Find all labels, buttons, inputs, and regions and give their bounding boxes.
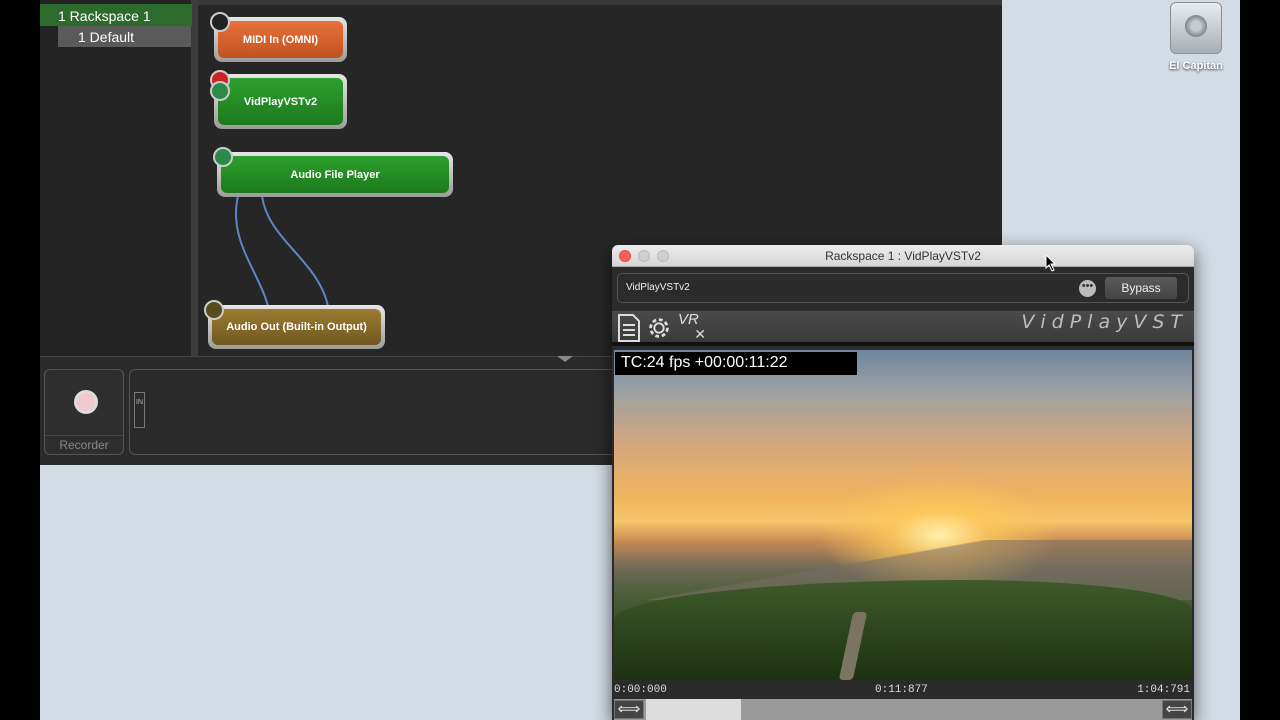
more-options-button[interactable]: ••• [1079, 280, 1096, 297]
speaker-port-icon [204, 300, 224, 320]
variation-item-default[interactable]: 1 Default [58, 26, 191, 47]
timeline-labels: 0:00:000 0:11:877 1:04:791 [612, 683, 1194, 697]
plugin-vidplay[interactable]: VidPlayVSTv2 [214, 74, 347, 129]
scroll-right-arrow-icon[interactable]: ⟺ [1162, 700, 1192, 719]
waveform-icon [210, 81, 230, 101]
recorder-panel: Recorder [44, 369, 124, 455]
title-bar[interactable]: Rackspace 1 : VidPlayVSTv2 [612, 245, 1194, 267]
plugin-label-afp: Audio File Player [221, 156, 449, 193]
time-current: 0:11:877 [875, 684, 928, 696]
timecode-display: TC:24 fps +00:00:11:22 [615, 352, 857, 375]
document-icon[interactable] [615, 313, 643, 343]
plugin-label-midi: MIDI In (OMNI) [218, 21, 343, 58]
midi-port-icon [210, 12, 230, 32]
vr-toggle-icon[interactable]: VR ✕ [678, 312, 706, 343]
scrub-bar[interactable]: ⟺ ⟺ [614, 699, 1192, 720]
mouse-cursor-icon [1045, 254, 1057, 272]
scroll-left-arrow-icon[interactable]: ⟺ [614, 700, 644, 719]
vidplay-brand-logo: VidPlayVST [1021, 311, 1188, 333]
plugin-header-bar: VidPlayVSTv2 ••• Bypass [617, 273, 1189, 303]
plugin-audio-file-player[interactable]: Audio File Player [217, 152, 453, 197]
record-button[interactable] [74, 390, 98, 414]
time-end: 1:04:791 [1137, 684, 1190, 696]
time-start: 0:00:000 [614, 684, 667, 696]
rackspace-list: 1 Rackspace 1 1 Default [40, 0, 192, 356]
scrub-thumb[interactable] [646, 699, 741, 720]
drive-icon-el-capitan[interactable]: El Capitan [1160, 0, 1232, 72]
plugin-name-label: VidPlayVSTv2 [626, 282, 690, 293]
plugin-label-audio-out: Audio Out (Built-in Output) [212, 309, 381, 345]
recorder-label: Recorder [45, 435, 123, 452]
window-title: Rackspace 1 : VidPlayVSTv2 [825, 249, 981, 263]
input-tag: IN [134, 392, 145, 428]
video-frame [614, 350, 1192, 680]
canvas-top-strip [198, 0, 1002, 5]
plugin-label-vidplay: VidPlayVSTv2 [218, 78, 343, 125]
waveform-icon [213, 147, 233, 167]
gear-icon[interactable] [645, 313, 673, 343]
rackspace-item-1[interactable]: 1 Rackspace 1 [40, 4, 192, 26]
video-hills [614, 580, 1192, 680]
drive-label: El Capitan [1169, 60, 1223, 72]
plugin-window: Rackspace 1 : VidPlayVSTv2 VidPlayVSTv2 … [612, 245, 1194, 720]
bypass-button[interactable]: Bypass [1105, 277, 1177, 299]
plugin-midi-in[interactable]: MIDI In (OMNI) [214, 17, 347, 62]
hard-drive-icon [1170, 2, 1222, 54]
plugin-audio-out[interactable]: Audio Out (Built-in Output) [208, 305, 385, 349]
vidplay-toolbar: VR ✕ VidPlayVST [612, 311, 1194, 346]
collapse-arrow-icon[interactable] [557, 356, 573, 362]
